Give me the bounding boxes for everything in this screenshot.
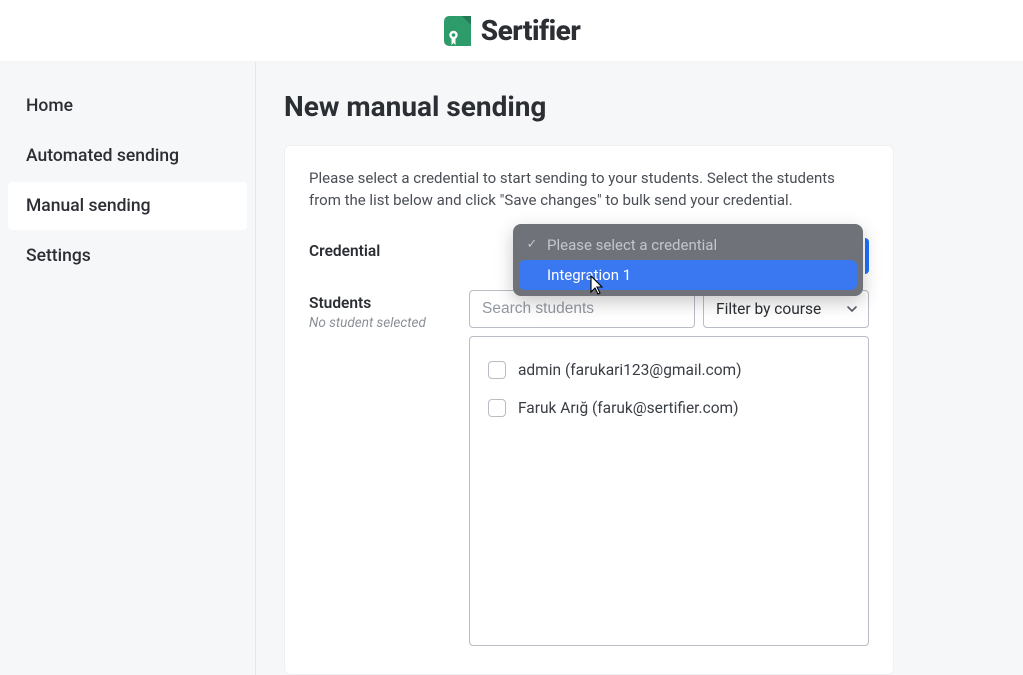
instructions-text: Please select a credential to start send…	[309, 168, 869, 212]
credential-label: Credential	[309, 242, 523, 260]
students-sublabel: No student selected	[309, 315, 469, 331]
sidebar-item-automated-sending[interactable]: Automated sending	[8, 132, 247, 180]
student-display: Faruk Arığ (faruk@sertifier.com)	[518, 399, 739, 417]
credential-row: Credential ✓ Please select a credential …	[309, 238, 869, 260]
header: Sertifier	[0, 0, 1023, 62]
sidebar-item-manual-sending[interactable]: Manual sending	[8, 182, 247, 230]
sidebar: Home Automated sending Manual sending Se…	[0, 62, 256, 675]
credential-option-label: Integration 1	[547, 266, 631, 284]
students-row: Students No student selected Filter by c…	[309, 290, 869, 646]
students-list: admin (farukari123@gmail.com) Faruk Arığ…	[469, 336, 869, 646]
app-body: Home Automated sending Manual sending Se…	[0, 62, 1023, 675]
credential-dropdown[interactable]: ✓ Please select a credential ✓ Integrati…	[513, 224, 863, 296]
credential-label-col: Credential	[309, 238, 523, 260]
filter-by-course-label: Filter by course	[716, 300, 821, 318]
brand-mark-icon	[443, 14, 471, 48]
page-title: New manual sending	[284, 90, 995, 123]
student-row[interactable]: admin (farukari123@gmail.com)	[486, 351, 852, 389]
students-label-col: Students No student selected	[309, 290, 469, 331]
students-label: Students	[309, 294, 469, 312]
sidebar-nav: Home Automated sending Manual sending Se…	[8, 82, 247, 280]
form-card: Please select a credential to start send…	[284, 145, 894, 675]
credential-option-placeholder-label: Please select a credential	[547, 236, 717, 254]
brand-name: Sertifier	[481, 14, 581, 47]
student-display: admin (farukari123@gmail.com)	[518, 361, 742, 379]
sidebar-item-home[interactable]: Home	[8, 82, 247, 130]
student-row[interactable]: Faruk Arığ (faruk@sertifier.com)	[486, 389, 852, 427]
student-checkbox[interactable]	[488, 399, 506, 417]
chevron-down-icon	[846, 303, 858, 315]
main-content: New manual sending Please select a crede…	[256, 62, 1023, 675]
student-checkbox[interactable]	[488, 361, 506, 379]
credential-option-integration-1[interactable]: ✓ Integration 1	[519, 260, 857, 290]
check-icon: ✓	[525, 237, 539, 252]
sidebar-item-settings[interactable]: Settings	[8, 232, 247, 280]
students-control-col: Filter by course admin (farukari123@gmai…	[469, 290, 869, 646]
credential-select-edge	[865, 238, 869, 274]
credential-option-placeholder[interactable]: ✓ Please select a credential	[519, 230, 857, 260]
brand-logo: Sertifier	[443, 14, 581, 48]
